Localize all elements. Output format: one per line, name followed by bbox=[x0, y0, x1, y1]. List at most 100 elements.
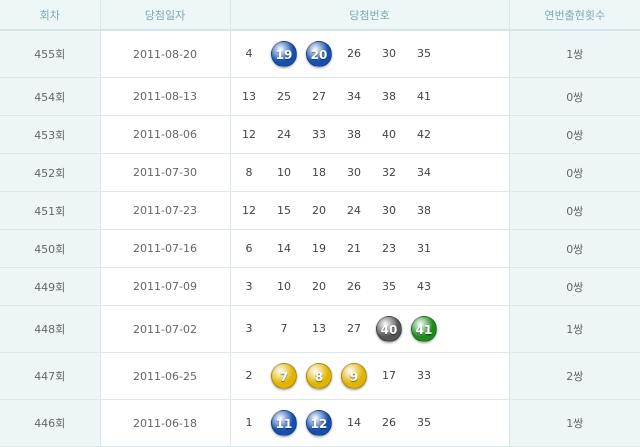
date-cell: 2011-07-16 bbox=[99, 229, 230, 268]
table-header-row: 회차 당첨일자 당첨번호 연번출현횟수 bbox=[0, 0, 640, 31]
header-count: 연번출현횟수 bbox=[508, 0, 640, 31]
round-cell: 453회 bbox=[0, 115, 100, 154]
number-slot: 19 bbox=[312, 241, 326, 255]
number-ball-slot: 20 bbox=[302, 37, 336, 71]
date-cell: 2011-07-09 bbox=[99, 267, 230, 306]
number-slot: 13 bbox=[242, 89, 256, 103]
date-cell: 2011-07-02 bbox=[99, 305, 230, 353]
numbers-cell: 8 10 18 30 32 34 bbox=[229, 153, 510, 192]
table-row: 453회 2011-08-06 12 24 33 38 40 42 0쌍 bbox=[0, 115, 640, 154]
number-slot: 42 bbox=[417, 127, 431, 141]
number-ball-slot: 19 bbox=[267, 37, 301, 71]
number-slot: 35 bbox=[382, 279, 396, 293]
number-slot: 3 bbox=[245, 322, 253, 335]
date-cell: 2011-08-20 bbox=[99, 30, 230, 78]
number-ball-slot: 9 bbox=[337, 359, 371, 393]
numbers-cell: 13 25 27 34 38 41 bbox=[229, 77, 510, 116]
numbers-cell: 12 24 33 38 40 42 bbox=[229, 115, 510, 154]
number-slot: 15 bbox=[277, 203, 291, 217]
number-slot: 7 bbox=[280, 322, 288, 335]
number-slot: 10 bbox=[277, 165, 291, 179]
number-slot: 27 bbox=[347, 322, 361, 335]
table-row: 450회 2011-07-16 6 14 19 21 23 31 0쌍 bbox=[0, 229, 640, 268]
consecutive-count-cell: 0쌍 bbox=[509, 229, 640, 268]
number-slot: 35 bbox=[417, 47, 431, 60]
yellow-ball: 7 bbox=[271, 363, 297, 389]
numbers-cell: 6 14 19 21 23 31 bbox=[229, 229, 510, 268]
number-slot: 14 bbox=[347, 416, 361, 429]
numbers-cell: 2 7 8 9 17 33 bbox=[229, 352, 510, 400]
header-round: 회차 bbox=[0, 0, 100, 31]
table-row: 452회 2011-07-30 8 10 18 30 32 34 0쌍 bbox=[0, 153, 640, 192]
number-slot: 20 bbox=[312, 203, 326, 217]
numbers-cell: 3 10 20 26 35 43 bbox=[229, 267, 510, 306]
date-cell: 2011-06-25 bbox=[99, 352, 230, 400]
number-slot: 26 bbox=[347, 47, 361, 60]
number-slot: 13 bbox=[312, 322, 326, 335]
number-slot: 8 bbox=[245, 165, 253, 179]
numbers-cell: 1 11 12 14 26 35 bbox=[229, 399, 510, 447]
header-date: 당첨일자 bbox=[99, 0, 230, 31]
lotto-results-table: 회차 당첨일자 당첨번호 연번출현횟수 455회 2011-08-20 4 19 20 2… bbox=[0, 0, 640, 447]
number-slot: 12 bbox=[242, 203, 256, 217]
number-slot: 18 bbox=[312, 165, 326, 179]
number-slot: 12 bbox=[242, 127, 256, 141]
number-slot: 26 bbox=[382, 416, 396, 429]
number-slot: 24 bbox=[277, 127, 291, 141]
consecutive-count-cell: 0쌍 bbox=[509, 153, 640, 192]
number-slot: 35 bbox=[417, 416, 431, 429]
number-slot: 6 bbox=[245, 241, 253, 255]
round-cell: 447회 bbox=[0, 352, 100, 400]
round-cell: 452회 bbox=[0, 153, 100, 192]
gray-ball: 40 bbox=[376, 316, 402, 342]
number-ball-slot: 8 bbox=[302, 359, 336, 393]
header-numbers: 당첨번호 bbox=[229, 0, 509, 31]
number-slot: 30 bbox=[347, 165, 361, 179]
yellow-ball: 9 bbox=[341, 363, 367, 389]
number-slot: 40 bbox=[382, 127, 396, 141]
number-slot: 34 bbox=[347, 89, 361, 103]
number-slot: 41 bbox=[417, 89, 431, 103]
number-slot: 34 bbox=[417, 165, 431, 179]
number-slot: 43 bbox=[417, 279, 431, 293]
blue-ball: 12 bbox=[306, 410, 332, 436]
blue-ball: 11 bbox=[271, 410, 297, 436]
number-slot: 24 bbox=[347, 203, 361, 217]
number-slot: 1 bbox=[245, 416, 253, 429]
round-cell: 454회 bbox=[0, 77, 100, 116]
numbers-cell: 4 19 20 26 30 35 bbox=[229, 30, 510, 78]
round-cell: 450회 bbox=[0, 229, 100, 268]
table-row: 447회 2011-06-25 2 7 8 9 17 33 2쌍 bbox=[0, 352, 640, 400]
date-cell: 2011-08-06 bbox=[99, 115, 230, 154]
round-cell: 449회 bbox=[0, 267, 100, 306]
number-slot: 25 bbox=[277, 89, 291, 103]
number-slot: 3 bbox=[245, 279, 253, 293]
consecutive-count-cell: 0쌍 bbox=[509, 115, 640, 154]
number-ball-slot: 41 bbox=[407, 312, 441, 346]
date-cell: 2011-07-30 bbox=[99, 153, 230, 192]
number-slot: 23 bbox=[382, 241, 396, 255]
number-slot: 4 bbox=[245, 47, 253, 60]
blue-ball: 20 bbox=[306, 41, 332, 67]
date-cell: 2011-07-23 bbox=[99, 191, 230, 230]
number-ball-slot: 40 bbox=[372, 312, 406, 346]
number-slot: 21 bbox=[347, 241, 361, 255]
numbers-cell: 12 15 20 24 30 38 bbox=[229, 191, 510, 230]
numbers-cell: 3 7 13 27 40 41 bbox=[229, 305, 510, 353]
round-cell: 455회 bbox=[0, 30, 100, 78]
consecutive-count-cell: 2쌍 bbox=[509, 352, 640, 400]
number-ball-slot: 12 bbox=[302, 406, 336, 440]
table-row: 446회 2011-06-18 1 11 12 14 26 35 1쌍 bbox=[0, 399, 640, 447]
number-slot: 20 bbox=[312, 279, 326, 293]
consecutive-count-cell: 1쌍 bbox=[509, 30, 640, 78]
table-row: 454회 2011-08-13 13 25 27 34 38 41 0쌍 bbox=[0, 77, 640, 116]
date-cell: 2011-06-18 bbox=[99, 399, 230, 447]
number-slot: 14 bbox=[277, 241, 291, 255]
number-slot: 17 bbox=[382, 369, 396, 382]
date-cell: 2011-08-13 bbox=[99, 77, 230, 116]
table-row: 448회 2011-07-02 3 7 13 27 40 41 1쌍 bbox=[0, 305, 640, 353]
number-slot: 10 bbox=[277, 279, 291, 293]
round-cell: 451회 bbox=[0, 191, 100, 230]
consecutive-count-cell: 1쌍 bbox=[509, 305, 640, 353]
table-row: 455회 2011-08-20 4 19 20 26 30 35 1쌍 bbox=[0, 30, 640, 78]
